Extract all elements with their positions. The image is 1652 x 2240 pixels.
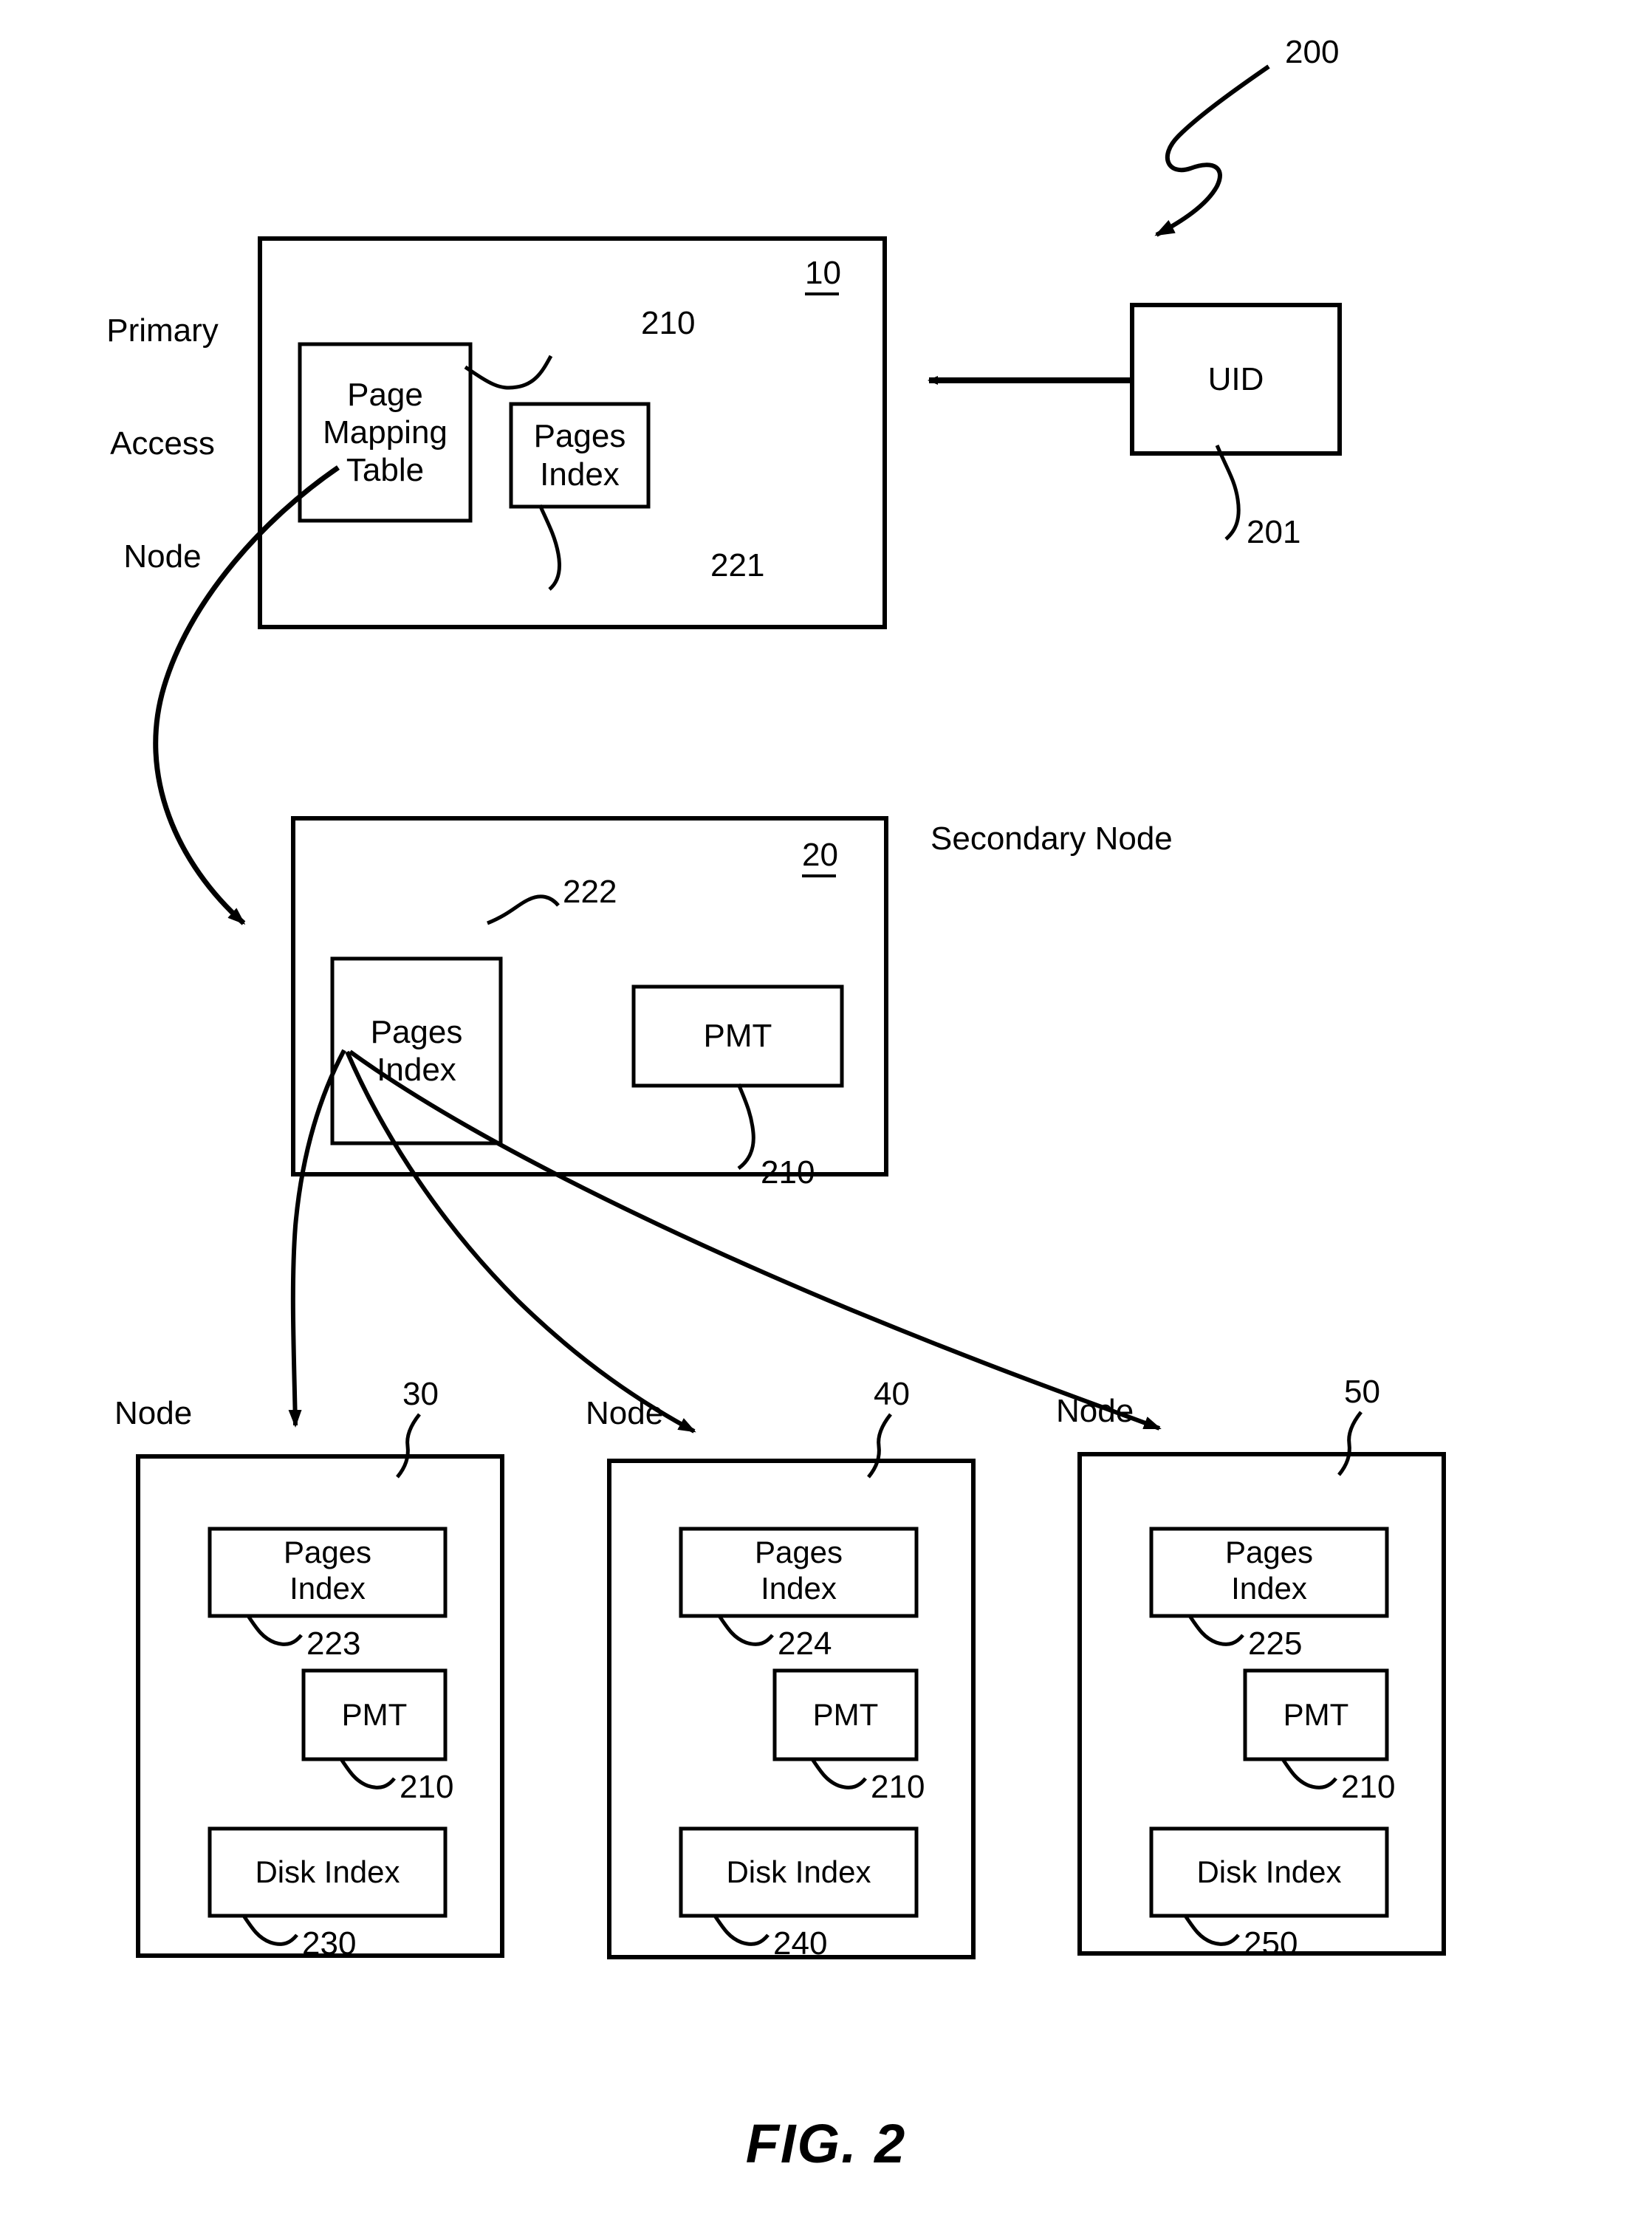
secondary-pages-index-line2: Index — [377, 1052, 456, 1088]
secondary-pages-index-caption: Pages Index — [332, 959, 501, 1143]
node-50-pages-index-line2: Index — [1231, 1571, 1307, 1606]
secondary-pages-index-ref: 222 — [563, 874, 617, 910]
node-30-disk-index-caption: Disk Index — [255, 1854, 400, 1889]
node-50-pages-index-caption: Pages Index — [1151, 1523, 1387, 1619]
node-40-pmt-caption: PMT — [812, 1696, 879, 1732]
node-40-pages-index-line2: Index — [761, 1571, 837, 1606]
primary-pages-index-caption: Pages Index — [511, 404, 648, 507]
primary-access-node-ref: 10 — [805, 254, 841, 296]
node-30-pages-index-caption: Pages Index — [210, 1523, 445, 1619]
system-ref-200-label: 200 — [1285, 34, 1340, 70]
node-30-pages-index-line1: Pages — [283, 1535, 372, 1570]
secondary-node-label: Secondary Node — [930, 821, 1173, 857]
page-mapping-table-line2: Mapping — [323, 414, 448, 451]
leader-50 — [1337, 1411, 1363, 1476]
leader-201 — [1215, 445, 1241, 541]
node-50-ref: 50 — [1344, 1374, 1380, 1410]
figure-caption: FIG. 2 — [745, 2113, 907, 2174]
node-50-disk-index-caption: Disk Index — [1196, 1854, 1342, 1889]
primary-access-node-label-line2: Access — [110, 425, 215, 462]
node-50-pmt-caption: PMT — [1283, 1696, 1349, 1732]
node-30-ref: 30 — [402, 1376, 439, 1412]
secondary-pages-index-line1: Pages — [370, 1013, 463, 1050]
page-mapping-table-ref: 210 — [641, 305, 696, 341]
node-40-pages-index-line1: Pages — [754, 1535, 843, 1570]
node-30-pmt-caption: PMT — [341, 1696, 408, 1732]
leader-225 — [1187, 1614, 1244, 1646]
page-mapping-table-line3: Table — [346, 452, 425, 489]
leader-210-node30 — [339, 1758, 396, 1789]
leader-223 — [246, 1614, 303, 1646]
node-30-pages-index-ref: 223 — [306, 1626, 361, 1662]
node-30-pages-index-line2: Index — [289, 1571, 366, 1606]
leader-40 — [867, 1413, 892, 1479]
leader-222 — [487, 894, 560, 925]
leader-210-node50 — [1281, 1758, 1337, 1789]
system-ref-200-arrow — [1154, 64, 1270, 237]
node-40-pages-index-caption: Pages Index — [681, 1523, 916, 1619]
primary-access-node-label: Primary Access Node — [81, 236, 244, 651]
node-50-label: Node — [1056, 1393, 1134, 1429]
secondary-pmt-caption: PMT — [703, 1018, 772, 1055]
secondary-pmt-ref: 210 — [761, 1154, 815, 1191]
primary-access-node-label-line3: Node — [123, 538, 202, 575]
leader-210-node40 — [810, 1758, 867, 1789]
leader-224 — [717, 1614, 774, 1646]
node-40-disk-index-caption: Disk Index — [726, 1854, 871, 1889]
leader-240 — [713, 1914, 770, 1946]
page-mapping-table-line1: Page — [347, 376, 423, 413]
leader-210-secondary — [736, 1083, 755, 1171]
leader-250 — [1183, 1914, 1240, 1946]
node-40-disk-index-ref: 240 — [773, 1925, 828, 1962]
uid-ref: 201 — [1247, 514, 1301, 550]
uid-caption: UID — [1207, 360, 1264, 397]
page-mapping-table-caption: Page Mapping Table — [300, 344, 470, 521]
node-40-pmt-ref: 210 — [871, 1769, 925, 1805]
node-50-pages-index-ref: 225 — [1248, 1626, 1303, 1662]
primary-pages-index-ref: 221 — [710, 547, 765, 583]
node-40-ref: 40 — [874, 1376, 910, 1412]
node-50-disk-index-ref: 250 — [1244, 1925, 1298, 1962]
leader-210-primary — [464, 355, 553, 390]
primary-access-node-label-line1: Primary — [106, 312, 219, 349]
node-30-disk-index-ref: 230 — [302, 1925, 357, 1962]
primary-pages-index-line2: Index — [540, 456, 620, 493]
leader-221 — [538, 504, 561, 591]
node-30-label: Node — [114, 1395, 193, 1431]
node-30-pmt-ref: 210 — [400, 1769, 454, 1805]
leader-230 — [241, 1914, 298, 1946]
leader-30 — [396, 1413, 421, 1479]
node-40-pages-index-ref: 224 — [778, 1626, 832, 1662]
node-50-pages-index-line1: Pages — [1224, 1535, 1314, 1570]
primary-pages-index-line1: Pages — [533, 418, 626, 455]
secondary-node-ref: 20 — [802, 836, 838, 878]
node-40-label: Node — [586, 1395, 664, 1431]
node-50-pmt-ref: 210 — [1341, 1769, 1396, 1805]
patent-figure: 200 Primary Access Node 10 Page Mapping … — [0, 0, 1652, 2240]
